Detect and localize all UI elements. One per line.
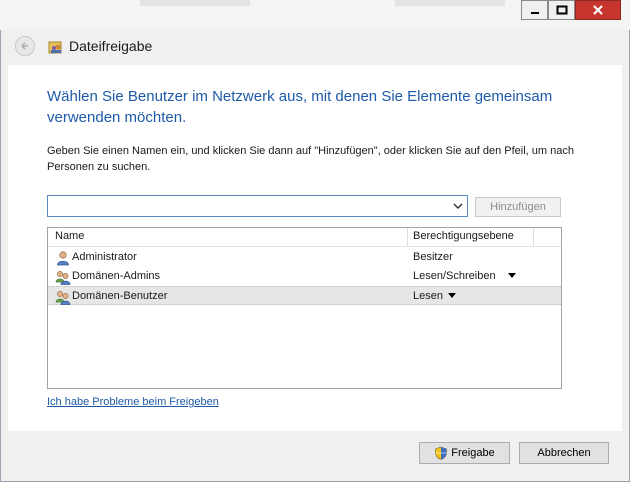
user-name: Administrator bbox=[72, 251, 137, 263]
list-item-selected[interactable]: Domänen-Benutzer Lesen bbox=[48, 286, 561, 305]
permission-dropdown[interactable]: Lesen/Schreiben bbox=[413, 270, 496, 282]
user-name-combobox[interactable] bbox=[47, 195, 468, 217]
help-link[interactable]: Ich habe Probleme beim Freigeben bbox=[47, 396, 219, 408]
group-name: Domänen-Admins bbox=[72, 270, 161, 282]
group-icon bbox=[55, 291, 71, 305]
dropdown-arrow-icon[interactable] bbox=[448, 293, 456, 298]
maximize-icon bbox=[556, 5, 567, 15]
column-header-permission[interactable]: Berechtigungsebene bbox=[413, 230, 514, 242]
minimize-icon bbox=[530, 12, 539, 14]
group-name: Domänen-Benutzer bbox=[72, 290, 168, 302]
user-icon bbox=[57, 251, 69, 266]
maximize-button[interactable] bbox=[548, 0, 575, 20]
background-window-fragment bbox=[140, 0, 250, 6]
sharing-list: Name Berechtigungsebene Administrator Be… bbox=[47, 227, 562, 389]
page-heading: Wählen Sie Benutzer im Netzwerk aus, mit… bbox=[47, 88, 553, 126]
file-sharing-icon bbox=[48, 41, 62, 54]
column-divider bbox=[407, 228, 408, 246]
column-header-name[interactable]: Name bbox=[55, 230, 84, 242]
dropdown-arrow-icon[interactable] bbox=[508, 273, 516, 278]
group-icon bbox=[55, 271, 71, 285]
column-divider bbox=[533, 228, 534, 246]
user-name-input[interactable] bbox=[50, 198, 440, 214]
window-title: Dateifreigabe bbox=[69, 38, 153, 54]
permission-level: Besitzer bbox=[413, 251, 453, 263]
back-arrow-icon bbox=[20, 42, 28, 50]
close-icon bbox=[593, 5, 603, 15]
permission-dropdown[interactable]: Lesen bbox=[413, 290, 443, 302]
background-window-fragment bbox=[395, 0, 505, 6]
share-button-label: Freigabe bbox=[451, 447, 495, 459]
uac-shield-icon bbox=[435, 446, 448, 460]
close-button[interactable] bbox=[575, 0, 621, 20]
content-panel: Wählen Sie Benutzer im Netzwerk aus, mit… bbox=[8, 65, 622, 431]
minimize-button[interactable] bbox=[521, 0, 548, 20]
cancel-button[interactable]: Abbrechen bbox=[519, 442, 609, 464]
list-item[interactable]: Administrator Besitzer bbox=[48, 248, 561, 267]
add-button[interactable]: Hinzufügen bbox=[475, 197, 561, 217]
title-bar: Dateifreigabe bbox=[8, 30, 622, 64]
list-item[interactable]: Domänen-Admins Lesen/Schreiben bbox=[48, 267, 561, 286]
chevron-down-icon[interactable] bbox=[451, 199, 465, 213]
list-header: Name Berechtigungsebene bbox=[48, 228, 561, 247]
share-button[interactable]: Freigabe bbox=[419, 442, 510, 464]
instruction-text: Geben Sie einen Namen ein, und klicken S… bbox=[47, 145, 574, 173]
back-button[interactable] bbox=[15, 36, 35, 56]
